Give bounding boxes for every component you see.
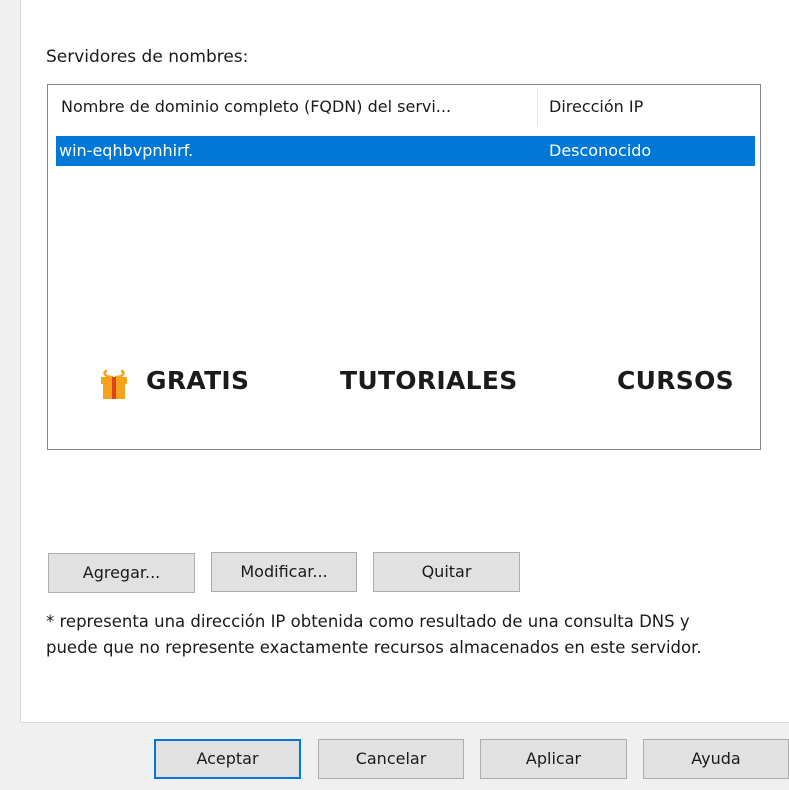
help-button[interactable]: Ayuda [643, 739, 789, 779]
table-row[interactable]: win-eqhbvpnhirf. Desconocido [56, 136, 755, 166]
column-divider[interactable] [537, 88, 538, 126]
overlay-cursos: CURSOS [617, 366, 734, 395]
remove-button[interactable]: Quitar [373, 552, 520, 592]
ok-button[interactable]: Aceptar [154, 739, 301, 779]
add-button[interactable]: Agregar... [48, 553, 195, 593]
column-header-ip[interactable]: Dirección IP [549, 85, 749, 129]
apply-button[interactable]: Aplicar [480, 739, 627, 779]
name-servers-list[interactable]: Nombre de dominio completo (FQDN) del se… [47, 84, 761, 450]
cancel-button[interactable]: Cancelar [318, 739, 464, 779]
row-ip: Desconocido [549, 141, 652, 160]
row-fqdn: win-eqhbvpnhirf. [59, 141, 194, 160]
overlay-tutoriales: TUTORIALES [340, 366, 518, 395]
name-servers-label: Servidores de nombres: [46, 47, 249, 67]
edit-button[interactable]: Modificar... [211, 552, 357, 592]
overlay-gratis: GRATIS [146, 366, 250, 395]
dns-note: * representa una dirección IP obtenida c… [46, 612, 702, 657]
column-header-fqdn[interactable]: Nombre de dominio completo (FQDN) del se… [61, 85, 533, 129]
gift-icon [101, 369, 127, 399]
list-header: Nombre de dominio completo (FQDN) del se… [48, 85, 760, 129]
